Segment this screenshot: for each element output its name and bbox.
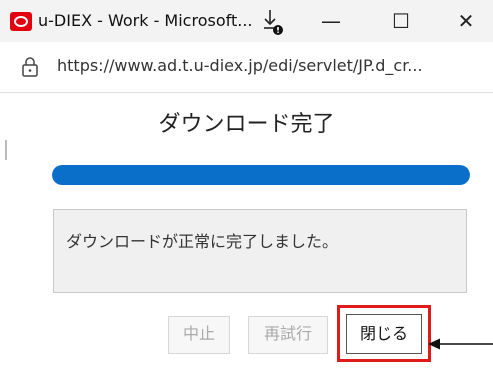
url-text[interactable]: https://www.ad.t.u-diex.jp/edi/servlet/J… — [57, 56, 423, 75]
window-title-bar: u-DIEX - Work - Microsoft... — ☐ ✕ — [0, 0, 493, 42]
dialog-title: ダウンロード完了 — [158, 112, 335, 137]
window-edge-divider — [5, 140, 7, 160]
abort-button[interactable]: 中止 — [168, 316, 230, 354]
address-bar[interactable]: https://www.ad.t.u-diex.jp/edi/servlet/J… — [0, 42, 493, 93]
arrow-icon — [428, 338, 493, 350]
lock-icon[interactable] — [20, 56, 40, 78]
minimize-button[interactable]: — — [300, 0, 362, 42]
close-button[interactable]: 閉じる — [346, 314, 422, 354]
download-icon[interactable] — [261, 8, 287, 36]
progress-bar-fill — [52, 165, 470, 185]
retry-button[interactable]: 再試行 — [248, 316, 328, 354]
message-box: ダウンロードが正常に完了しました。 — [53, 209, 467, 293]
maximize-button[interactable]: ☐ — [370, 0, 432, 42]
message-text: ダウンロードが正常に完了しました。 — [66, 232, 339, 251]
app-logo-icon — [10, 12, 32, 31]
progress-bar — [52, 165, 470, 185]
window-title: u-DIEX - Work - Microsoft... — [38, 11, 253, 30]
window-close-button[interactable]: ✕ — [435, 0, 493, 42]
